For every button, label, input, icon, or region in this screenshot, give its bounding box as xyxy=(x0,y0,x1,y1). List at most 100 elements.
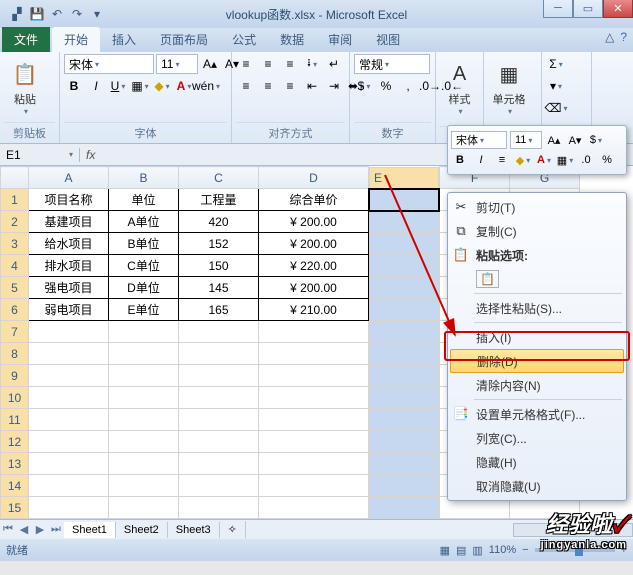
autosum-icon[interactable]: Σ▾ xyxy=(546,54,566,74)
minimize-ribbon-icon[interactable]: △ xyxy=(605,30,614,44)
new-sheet-button[interactable]: ✧ xyxy=(220,521,246,538)
tab-file[interactable]: 文件 xyxy=(2,27,50,52)
mini-font-select[interactable]: 宋体▾ xyxy=(451,131,507,149)
increase-font-icon[interactable]: A▴ xyxy=(200,54,220,74)
align-bottom-icon[interactable]: ≡ xyxy=(280,54,300,74)
cell[interactable]: 单位 xyxy=(109,189,179,211)
underline-button[interactable]: U▾ xyxy=(108,76,128,96)
italic-button[interactable]: I xyxy=(86,76,106,96)
styles-button[interactable]: A 样式▾ xyxy=(440,54,479,120)
align-right-icon[interactable]: ≡ xyxy=(280,76,300,96)
cell[interactable]: 152 xyxy=(179,233,259,255)
cell[interactable]: 165 xyxy=(179,299,259,321)
phonetic-button[interactable]: wén▾ xyxy=(196,76,216,96)
bold-button[interactable]: B xyxy=(64,76,84,96)
cell[interactable]: ¥ 200.00 xyxy=(259,277,369,299)
tab-home[interactable]: 开始 xyxy=(52,27,100,52)
col-header-D[interactable]: D xyxy=(259,167,369,189)
row-header[interactable]: 9 xyxy=(1,365,29,387)
minimize-button[interactable]: ─ xyxy=(543,0,573,18)
row-header[interactable]: 2 xyxy=(1,211,29,233)
sheet-nav-first[interactable]: ⏮ xyxy=(0,523,16,536)
cell[interactable]: 强电项目 xyxy=(29,277,109,299)
mini-decimal-icon[interactable]: .0 xyxy=(577,151,595,169)
cell[interactable]: C单位 xyxy=(109,255,179,277)
sheet-nav-last[interactable]: ⏭ xyxy=(48,523,64,536)
zoom-out-button[interactable]: − xyxy=(522,544,528,556)
sheet-tab-3[interactable]: Sheet3 xyxy=(168,522,220,538)
help-icon[interactable]: ? xyxy=(620,30,627,44)
tab-insert[interactable]: 插入 xyxy=(100,27,148,52)
cell[interactable]: D单位 xyxy=(109,277,179,299)
cell[interactable]: 420 xyxy=(179,211,259,233)
row-header[interactable]: 1 xyxy=(1,189,29,211)
mini-currency-icon[interactable]: $▾ xyxy=(587,131,605,149)
menu-clear[interactable]: 清除内容(N) xyxy=(448,373,626,397)
mini-border-icon[interactable]: ▦▾ xyxy=(556,151,574,169)
view-pagebreak-icon[interactable]: ▥ xyxy=(472,544,482,557)
cells-button[interactable]: ▦ 单元格▾ xyxy=(488,54,530,120)
save-icon[interactable]: 💾 xyxy=(28,5,46,23)
align-middle-icon[interactable]: ≡ xyxy=(258,54,278,74)
view-normal-icon[interactable]: ▦ xyxy=(440,544,450,557)
align-top-icon[interactable]: ≡ xyxy=(236,54,256,74)
paste-button[interactable]: 📋 粘贴 ▾ xyxy=(4,54,46,120)
cell[interactable]: 给水项目 xyxy=(29,233,109,255)
increase-indent-icon[interactable]: ⇥ xyxy=(324,76,344,96)
menu-unhide[interactable]: 取消隐藏(U) xyxy=(448,474,626,498)
cell[interactable]: E单位 xyxy=(109,299,179,321)
cell[interactable]: 排水项目 xyxy=(29,255,109,277)
row-header[interactable]: 3 xyxy=(1,233,29,255)
cell[interactable]: B单位 xyxy=(109,233,179,255)
cell[interactable]: 基建项目 xyxy=(29,211,109,233)
col-header-C[interactable]: C xyxy=(179,167,259,189)
tab-review[interactable]: 审阅 xyxy=(316,27,364,52)
close-button[interactable]: ✕ xyxy=(603,0,633,18)
fx-icon[interactable]: fx xyxy=(80,148,101,162)
maximize-button[interactable]: ▭ xyxy=(573,0,603,18)
row-header[interactable]: 5 xyxy=(1,277,29,299)
cell[interactable]: 145 xyxy=(179,277,259,299)
col-header-A[interactable]: A xyxy=(29,167,109,189)
paste-option-icon[interactable]: 📋 xyxy=(476,270,499,288)
cell[interactable]: ¥ 200.00 xyxy=(259,233,369,255)
zoom-level[interactable]: 110% xyxy=(489,544,516,556)
qat-more-icon[interactable]: ▾ xyxy=(88,5,106,23)
row-header[interactable]: 7 xyxy=(1,321,29,343)
redo-icon[interactable]: ↷ xyxy=(68,5,86,23)
number-format-select[interactable]: 常规▾ xyxy=(354,54,430,74)
name-box[interactable]: E1▾ xyxy=(0,148,80,162)
row-header[interactable]: 6 xyxy=(1,299,29,321)
mini-fill-icon[interactable]: ◆▾ xyxy=(514,151,532,169)
sheet-nav-next[interactable]: ▶ xyxy=(32,523,48,536)
cell[interactable]: ¥ 200.00 xyxy=(259,211,369,233)
comma-icon[interactable]: , xyxy=(398,76,418,96)
row-header[interactable]: 13 xyxy=(1,453,29,475)
row-header[interactable]: 4 xyxy=(1,255,29,277)
sheet-tab-1[interactable]: Sheet1 xyxy=(64,522,116,538)
select-all-corner[interactable] xyxy=(1,167,29,189)
mini-size-select[interactable]: 11▾ xyxy=(510,131,542,149)
row-header[interactable]: 14 xyxy=(1,475,29,497)
tab-formulas[interactable]: 公式 xyxy=(220,27,268,52)
orientation-icon[interactable]: ⭭▾ xyxy=(302,54,322,74)
cell[interactable]: 150 xyxy=(179,255,259,277)
sheet-nav-prev[interactable]: ◀ xyxy=(16,523,32,536)
mini-percent-icon[interactable]: % xyxy=(598,151,616,169)
menu-format-cells[interactable]: 📑设置单元格格式(F)... xyxy=(448,402,626,426)
mini-shrink-icon[interactable]: A▾ xyxy=(566,131,584,149)
row-header[interactable]: 11 xyxy=(1,409,29,431)
cell[interactable]: A单位 xyxy=(109,211,179,233)
fill-icon[interactable]: ▾▾ xyxy=(546,76,566,96)
cell[interactable]: ¥ 210.00 xyxy=(259,299,369,321)
decrease-indent-icon[interactable]: ⇤ xyxy=(302,76,322,96)
cell[interactable]: ¥ 220.00 xyxy=(259,255,369,277)
mini-align-icon[interactable]: ≡ xyxy=(493,151,511,169)
menu-hide[interactable]: 隐藏(H) xyxy=(448,450,626,474)
cell[interactable]: 弱电项目 xyxy=(29,299,109,321)
clear-icon[interactable]: ⌫▾ xyxy=(546,98,566,118)
border-button[interactable]: ▦▾ xyxy=(130,76,150,96)
row-header[interactable]: 10 xyxy=(1,387,29,409)
row-header[interactable]: 12 xyxy=(1,431,29,453)
wrap-text-icon[interactable]: ↵ xyxy=(324,54,344,74)
